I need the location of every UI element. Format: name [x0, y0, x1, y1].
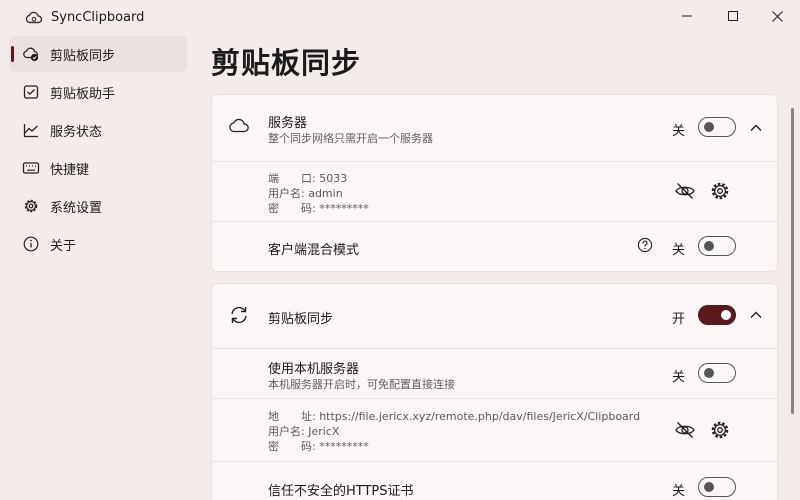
- sync-password: 密 码: *********: [268, 440, 369, 453]
- minimize-button[interactable]: [664, 0, 710, 32]
- sync-info-row: 地 址: https://file.jericx.xyz/remote.php/…: [212, 398, 777, 461]
- keyboard-icon: [22, 159, 40, 177]
- maximize-icon: [728, 11, 738, 21]
- minimize-icon: [682, 15, 692, 17]
- sync-toggle-label: 开: [672, 312, 686, 327]
- sidebar-item-clipboard-assistant[interactable]: 剪贴板助手: [9, 74, 187, 110]
- gear-icon[interactable]: [709, 180, 731, 202]
- server-title: 服务器: [268, 116, 308, 131]
- sidebar-item-hotkeys[interactable]: 快捷键: [9, 150, 187, 186]
- scrollbar[interactable]: [791, 108, 794, 414]
- sidebar-item-label: 快捷键: [50, 162, 90, 178]
- cloud-sync-icon: [25, 11, 43, 24]
- sidebar-item-clipboard-sync[interactable]: 剪贴板同步: [9, 36, 187, 72]
- trust-https-row: 信任不安全的HTTPS证书 关: [212, 461, 777, 500]
- local-server-subtitle: 本机服务器开启时，可免配置直接连接: [268, 378, 455, 391]
- mixed-mode-toggle[interactable]: [698, 236, 736, 256]
- sidebar-item-label: 关于: [50, 238, 77, 254]
- chevron-up-icon[interactable]: [749, 123, 763, 133]
- mixed-mode-title: 客户端混合模式: [268, 243, 360, 258]
- mixed-mode-toggle-label: 关: [672, 243, 686, 258]
- close-button[interactable]: [754, 0, 800, 32]
- sidebar-item-about[interactable]: 关于: [9, 226, 187, 262]
- local-server-toggle[interactable]: [698, 363, 736, 383]
- sidebar-item-system-settings[interactable]: 系统设置: [9, 188, 187, 224]
- mixed-mode-row: 客户端混合模式 关: [212, 221, 777, 271]
- eye-off-icon[interactable]: [674, 180, 696, 202]
- local-server-toggle-label: 关: [672, 370, 686, 385]
- sync-arrows-icon: [231, 306, 247, 324]
- app-title: SyncClipboard: [51, 10, 145, 25]
- server-password: 密 码: *********: [268, 202, 369, 215]
- sidebar-item-service-status[interactable]: 服务状态: [9, 112, 187, 148]
- sidebar-item-label: 服务状态: [50, 124, 103, 140]
- sync-title: 剪贴板同步: [268, 312, 334, 327]
- gear-icon[interactable]: [709, 419, 731, 441]
- server-header-row[interactable]: 服务器 整个同步网络只需开启一个服务器 关: [212, 95, 777, 161]
- server-toggle[interactable]: [698, 117, 736, 137]
- clipboard-sync-icon: [22, 45, 40, 63]
- title-bar: SyncClipboard: [0, 0, 800, 34]
- sync-toggle[interactable]: [698, 305, 736, 325]
- server-info-row: 端 口: 5033 用户名: admin 密 码: *********: [212, 161, 777, 221]
- sidebar: 剪贴板同步 剪贴板助手 服务状态 快捷键 系统设置 关于: [0, 36, 194, 264]
- sync-header-row[interactable]: 剪贴板同步 开: [212, 284, 777, 348]
- trust-https-title: 信任不安全的HTTPS证书: [268, 484, 414, 499]
- local-server-title: 使用本机服务器: [268, 362, 360, 377]
- sync-address: 地 址: https://file.jericx.xyz/remote.php/…: [268, 410, 641, 423]
- gear-icon: [22, 197, 40, 215]
- info-icon: [22, 235, 40, 253]
- server-card: 服务器 整个同步网络只需开启一个服务器 关 端 口: 5033 用户名: adm…: [211, 94, 778, 272]
- server-port: 端 口: 5033: [268, 172, 348, 185]
- sync-username: 用户名: JericX: [268, 425, 340, 438]
- question-icon[interactable]: [637, 237, 653, 253]
- server-toggle-label: 关: [672, 124, 686, 139]
- sidebar-item-label: 剪贴板助手: [50, 86, 116, 102]
- trust-https-toggle[interactable]: [698, 477, 736, 497]
- eye-off-icon[interactable]: [674, 419, 696, 441]
- chevron-up-icon[interactable]: [749, 310, 763, 320]
- clipboard-assistant-icon: [22, 83, 40, 101]
- sidebar-item-label: 系统设置: [50, 200, 103, 216]
- chart-icon: [22, 121, 40, 139]
- maximize-button[interactable]: [710, 0, 756, 32]
- local-server-row: 使用本机服务器 本机服务器开启时，可免配置直接连接 关: [212, 348, 777, 398]
- close-icon: [771, 10, 783, 22]
- sidebar-item-label: 剪贴板同步: [50, 48, 116, 64]
- server-username: 用户名: admin: [268, 187, 343, 200]
- page-title: 剪贴板同步: [211, 46, 362, 80]
- server-subtitle: 整个同步网络只需开启一个服务器: [268, 132, 433, 145]
- cloud-icon: [229, 118, 249, 133]
- trust-https-toggle-label: 关: [672, 484, 686, 499]
- sync-card: 剪贴板同步 开 使用本机服务器 本机服务器开启时，可免配置直接连接 关 地 址:…: [211, 283, 778, 500]
